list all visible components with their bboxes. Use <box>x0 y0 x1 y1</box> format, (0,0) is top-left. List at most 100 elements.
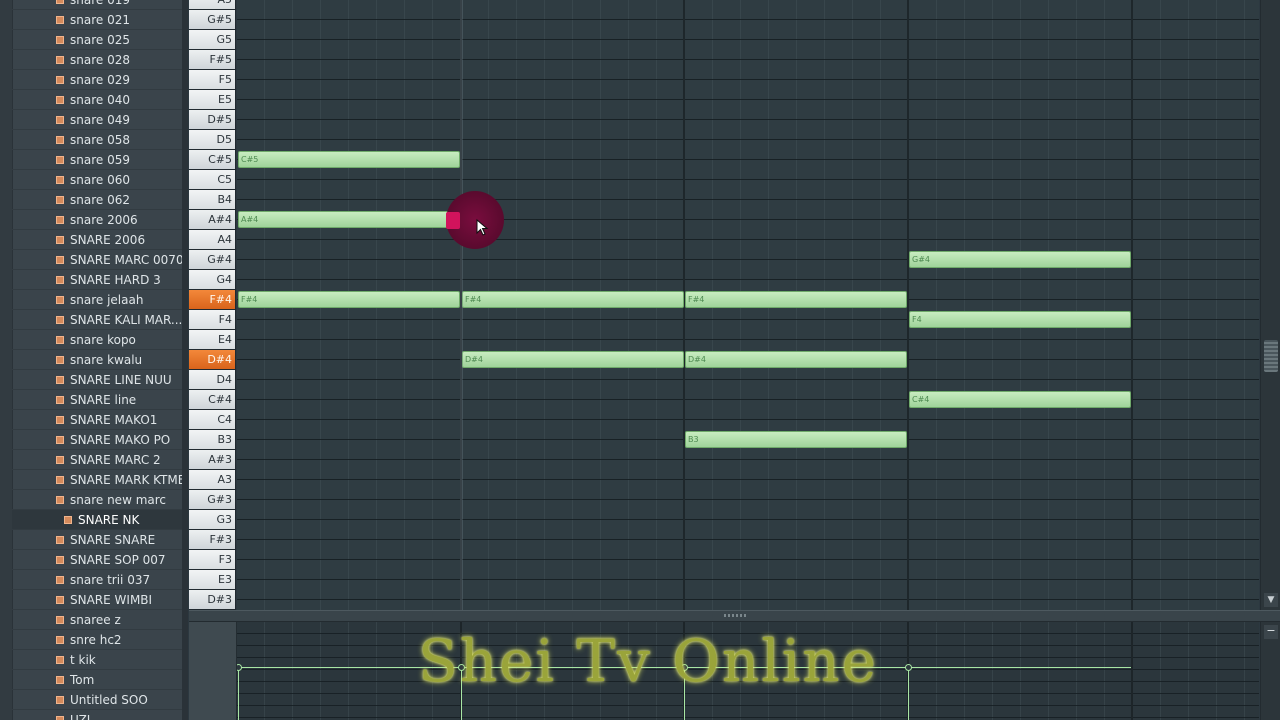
midi-note[interactable]: C#5 <box>238 151 460 168</box>
sample-file-icon <box>56 396 64 404</box>
sample-file-icon <box>56 256 64 264</box>
browser-item[interactable]: snare trii 037 <box>12 570 182 590</box>
piano-key[interactable]: F#3 <box>189 530 235 549</box>
piano-key[interactable]: B4 <box>189 190 235 209</box>
piano-key[interactable]: C4 <box>189 410 235 429</box>
piano-key[interactable]: C#5 <box>189 150 235 169</box>
browser-item[interactable]: snare 060 <box>12 170 182 190</box>
piano-key[interactable]: A#4 <box>189 210 235 229</box>
piano-key[interactable]: C#4 <box>189 390 235 409</box>
browser-item[interactable]: snare 058 <box>12 130 182 150</box>
scrollbar-thumb[interactable] <box>1264 340 1278 372</box>
piano-key[interactable]: G#5 <box>189 10 235 29</box>
midi-note[interactable]: D#4 <box>462 351 684 368</box>
midi-note[interactable]: A#4 <box>238 211 460 228</box>
piano-key[interactable]: D4 <box>189 370 235 389</box>
velocity-stem[interactable] <box>238 667 239 720</box>
midi-note[interactable]: G#4 <box>909 251 1131 268</box>
midi-note[interactable]: D#4 <box>685 351 907 368</box>
piano-key[interactable]: E5 <box>189 90 235 109</box>
piano-key[interactable]: G5 <box>189 30 235 49</box>
piano-key[interactable]: F4 <box>189 310 235 329</box>
midi-note[interactable]: F#4 <box>685 291 907 308</box>
browser-item[interactable]: SNARE NK <box>12 510 182 530</box>
sample-file-icon <box>56 276 64 284</box>
piano-key[interactable]: A#3 <box>189 450 235 469</box>
browser-item[interactable]: snare new marc <box>12 490 182 510</box>
browser-item[interactable]: SNARE MARK KTMB <box>12 470 182 490</box>
browser-item[interactable]: snare 059 <box>12 150 182 170</box>
piano-roll-grid[interactable]: C#5 A#4 F#4 F#4 D#4 F#4 D#4 B3 G#4 F4 C#4 <box>237 0 1259 610</box>
browser-item[interactable]: SNARE KALI MAR... <box>12 310 182 330</box>
browser-item[interactable]: SNARE 2006 <box>12 230 182 250</box>
piano-key[interactable]: D#4 <box>189 350 235 369</box>
piano-key[interactable]: G#4 <box>189 250 235 269</box>
event-editor-splitter[interactable] <box>189 610 1280 622</box>
browser-item[interactable]: snaree z <box>12 610 182 630</box>
browser-item[interactable]: snare 025 <box>12 30 182 50</box>
browser-item[interactable]: SNARE MAKO1 <box>12 410 182 430</box>
velocity-handle[interactable] <box>237 664 242 671</box>
browser-item[interactable]: SNARE LINE NUU <box>12 370 182 390</box>
piano-key[interactable]: D5 <box>189 130 235 149</box>
browser-item[interactable]: t kik <box>12 650 182 670</box>
browser-item[interactable]: snare 049 <box>12 110 182 130</box>
midi-note[interactable]: C#4 <box>909 391 1131 408</box>
midi-note[interactable]: B3 <box>685 431 907 448</box>
browser-item[interactable]: snare 062 <box>12 190 182 210</box>
piano-key[interactable]: D#3 <box>189 590 235 609</box>
browser-item-label: snare 059 <box>70 153 130 167</box>
browser-item[interactable]: SNARE line <box>12 390 182 410</box>
piano-key[interactable]: E4 <box>189 330 235 349</box>
sample-file-icon <box>56 296 64 304</box>
midi-note[interactable]: F#4 <box>238 291 460 308</box>
velocity-stem[interactable] <box>908 667 909 720</box>
browser-item[interactable]: snare 029 <box>12 70 182 90</box>
piano-key[interactable]: C5 <box>189 170 235 189</box>
browser-item[interactable]: SNARE SOP 007 <box>12 550 182 570</box>
piano-key[interactable]: G#3 <box>189 490 235 509</box>
piano-key[interactable]: A4 <box>189 230 235 249</box>
midi-note[interactable]: F#4 <box>462 291 684 308</box>
browser-item[interactable]: SNARE HARD 3 <box>12 270 182 290</box>
sample-file-icon <box>56 36 64 44</box>
note-resize-handle[interactable] <box>446 212 460 229</box>
browser-item[interactable]: snare 021 <box>12 10 182 30</box>
midi-note[interactable]: F4 <box>909 311 1131 328</box>
browser-item[interactable]: Tom <box>12 670 182 690</box>
browser-item[interactable]: SNARE MAKO PO <box>12 430 182 450</box>
browser-item[interactable]: snare 040 <box>12 90 182 110</box>
browser-item[interactable]: snare 019 <box>12 0 182 10</box>
piano-key[interactable]: A3 <box>189 470 235 489</box>
browser-item[interactable]: SNARE SNARE <box>12 530 182 550</box>
piano-key[interactable]: F#4 <box>189 290 235 309</box>
sample-file-icon <box>56 476 64 484</box>
browser-item[interactable]: snare kwalu <box>12 350 182 370</box>
browser-divider[interactable] <box>182 0 188 720</box>
browser-item[interactable]: SNARE MARC 2 <box>12 450 182 470</box>
piano-key[interactable]: G4 <box>189 270 235 289</box>
vertical-scrollbar[interactable]: ▼ <box>1260 0 1280 610</box>
browser-item[interactable]: snare 028 <box>12 50 182 70</box>
piano-key[interactable]: B3 <box>189 430 235 449</box>
browser-item[interactable]: SNARE WIMBI <box>12 590 182 610</box>
browser-item[interactable]: snare 2006 <box>12 210 182 230</box>
piano-key[interactable]: G3 <box>189 510 235 529</box>
piano-key[interactable]: F5 <box>189 70 235 89</box>
browser-item[interactable]: Untitled SOO <box>12 690 182 710</box>
browser-item[interactable]: SNARE MARC 0070 <box>12 250 182 270</box>
piano-key[interactable]: A5 <box>189 0 235 9</box>
sample-file-icon <box>56 596 64 604</box>
piano-key[interactable]: E3 <box>189 570 235 589</box>
sample-file-icon <box>56 16 64 24</box>
browser-item[interactable]: UZI <box>12 710 182 720</box>
browser-item[interactable]: snre hc2 <box>12 630 182 650</box>
browser-item[interactable]: snare jelaah <box>12 290 182 310</box>
scroll-down-button[interactable]: ▼ <box>1264 593 1278 607</box>
event-zoom-button[interactable]: − <box>1264 625 1278 639</box>
piano-key[interactable]: D#5 <box>189 110 235 129</box>
piano-key[interactable]: F3 <box>189 550 235 569</box>
piano-key[interactable]: F#5 <box>189 50 235 69</box>
browser-item[interactable]: snare kopo <box>12 330 182 350</box>
velocity-handle[interactable] <box>905 664 912 671</box>
